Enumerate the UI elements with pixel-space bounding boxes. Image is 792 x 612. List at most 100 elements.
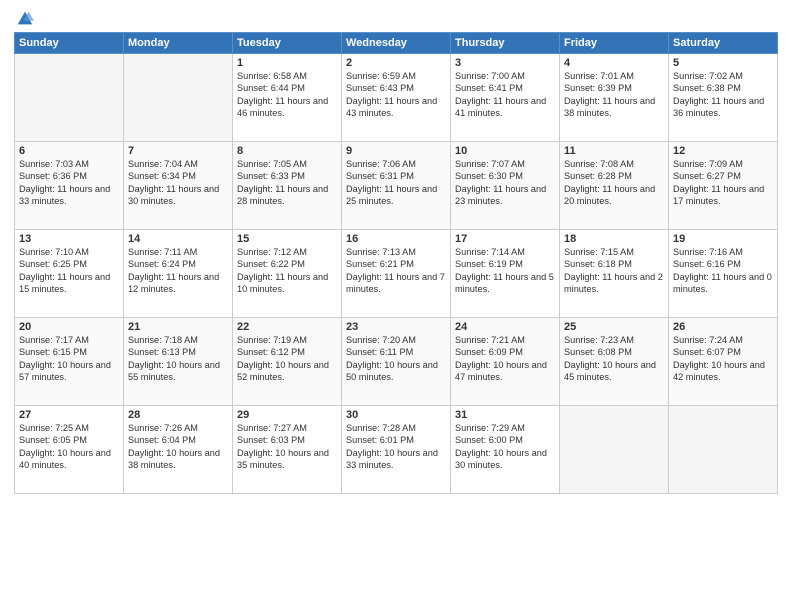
day-number: 2	[346, 57, 446, 69]
day-number: 1	[237, 57, 337, 69]
calendar-cell: 12Sunrise: 7:09 AM Sunset: 6:27 PM Dayli…	[669, 142, 778, 230]
day-number: 13	[19, 233, 119, 245]
calendar-cell	[15, 54, 124, 142]
calendar-cell: 19Sunrise: 7:16 AM Sunset: 6:16 PM Dayli…	[669, 230, 778, 318]
calendar-header-monday: Monday	[124, 33, 233, 54]
day-number: 29	[237, 409, 337, 421]
calendar-cell: 24Sunrise: 7:21 AM Sunset: 6:09 PM Dayli…	[451, 318, 560, 406]
logo-icon	[16, 10, 34, 28]
calendar-cell: 31Sunrise: 7:29 AM Sunset: 6:00 PM Dayli…	[451, 406, 560, 494]
day-info: Sunrise: 7:12 AM Sunset: 6:22 PM Dayligh…	[237, 246, 337, 296]
day-info: Sunrise: 7:11 AM Sunset: 6:24 PM Dayligh…	[128, 246, 228, 296]
calendar-cell: 25Sunrise: 7:23 AM Sunset: 6:08 PM Dayli…	[560, 318, 669, 406]
day-info: Sunrise: 7:14 AM Sunset: 6:19 PM Dayligh…	[455, 246, 555, 296]
calendar-cell	[124, 54, 233, 142]
day-number: 25	[564, 321, 664, 333]
day-info: Sunrise: 7:18 AM Sunset: 6:13 PM Dayligh…	[128, 334, 228, 384]
day-info: Sunrise: 7:05 AM Sunset: 6:33 PM Dayligh…	[237, 158, 337, 208]
day-info: Sunrise: 7:08 AM Sunset: 6:28 PM Dayligh…	[564, 158, 664, 208]
day-number: 20	[19, 321, 119, 333]
calendar-cell: 10Sunrise: 7:07 AM Sunset: 6:30 PM Dayli…	[451, 142, 560, 230]
day-number: 5	[673, 57, 773, 69]
calendar-cell: 4Sunrise: 7:01 AM Sunset: 6:39 PM Daylig…	[560, 54, 669, 142]
calendar-cell: 20Sunrise: 7:17 AM Sunset: 6:15 PM Dayli…	[15, 318, 124, 406]
day-info: Sunrise: 7:00 AM Sunset: 6:41 PM Dayligh…	[455, 70, 555, 120]
day-number: 11	[564, 145, 664, 157]
calendar-cell: 6Sunrise: 7:03 AM Sunset: 6:36 PM Daylig…	[15, 142, 124, 230]
day-info: Sunrise: 7:27 AM Sunset: 6:03 PM Dayligh…	[237, 422, 337, 472]
calendar-cell: 5Sunrise: 7:02 AM Sunset: 6:38 PM Daylig…	[669, 54, 778, 142]
calendar-cell	[560, 406, 669, 494]
day-number: 28	[128, 409, 228, 421]
day-info: Sunrise: 7:23 AM Sunset: 6:08 PM Dayligh…	[564, 334, 664, 384]
day-info: Sunrise: 7:16 AM Sunset: 6:16 PM Dayligh…	[673, 246, 773, 296]
calendar-table: SundayMondayTuesdayWednesdayThursdayFrid…	[14, 32, 778, 494]
day-number: 24	[455, 321, 555, 333]
day-info: Sunrise: 7:19 AM Sunset: 6:12 PM Dayligh…	[237, 334, 337, 384]
day-number: 15	[237, 233, 337, 245]
day-info: Sunrise: 7:21 AM Sunset: 6:09 PM Dayligh…	[455, 334, 555, 384]
day-number: 12	[673, 145, 773, 157]
calendar-header-tuesday: Tuesday	[233, 33, 342, 54]
calendar-cell: 17Sunrise: 7:14 AM Sunset: 6:19 PM Dayli…	[451, 230, 560, 318]
day-number: 9	[346, 145, 446, 157]
day-info: Sunrise: 7:17 AM Sunset: 6:15 PM Dayligh…	[19, 334, 119, 384]
day-info: Sunrise: 7:15 AM Sunset: 6:18 PM Dayligh…	[564, 246, 664, 296]
calendar-cell: 28Sunrise: 7:26 AM Sunset: 6:04 PM Dayli…	[124, 406, 233, 494]
calendar-cell: 7Sunrise: 7:04 AM Sunset: 6:34 PM Daylig…	[124, 142, 233, 230]
calendar-cell: 26Sunrise: 7:24 AM Sunset: 6:07 PM Dayli…	[669, 318, 778, 406]
calendar-header-thursday: Thursday	[451, 33, 560, 54]
calendar-cell: 22Sunrise: 7:19 AM Sunset: 6:12 PM Dayli…	[233, 318, 342, 406]
day-info: Sunrise: 7:02 AM Sunset: 6:38 PM Dayligh…	[673, 70, 773, 120]
day-number: 19	[673, 233, 773, 245]
calendar-cell: 1Sunrise: 6:58 AM Sunset: 6:44 PM Daylig…	[233, 54, 342, 142]
day-number: 18	[564, 233, 664, 245]
day-number: 17	[455, 233, 555, 245]
day-number: 21	[128, 321, 228, 333]
calendar-cell: 9Sunrise: 7:06 AM Sunset: 6:31 PM Daylig…	[342, 142, 451, 230]
day-number: 10	[455, 145, 555, 157]
day-number: 6	[19, 145, 119, 157]
calendar-cell: 23Sunrise: 7:20 AM Sunset: 6:11 PM Dayli…	[342, 318, 451, 406]
calendar-cell	[669, 406, 778, 494]
day-info: Sunrise: 7:09 AM Sunset: 6:27 PM Dayligh…	[673, 158, 773, 208]
day-info: Sunrise: 7:04 AM Sunset: 6:34 PM Dayligh…	[128, 158, 228, 208]
day-number: 30	[346, 409, 446, 421]
day-info: Sunrise: 7:13 AM Sunset: 6:21 PM Dayligh…	[346, 246, 446, 296]
day-number: 16	[346, 233, 446, 245]
day-number: 26	[673, 321, 773, 333]
calendar-cell: 13Sunrise: 7:10 AM Sunset: 6:25 PM Dayli…	[15, 230, 124, 318]
calendar-header-friday: Friday	[560, 33, 669, 54]
day-number: 4	[564, 57, 664, 69]
header	[14, 10, 778, 26]
calendar-cell: 2Sunrise: 6:59 AM Sunset: 6:43 PM Daylig…	[342, 54, 451, 142]
day-info: Sunrise: 7:29 AM Sunset: 6:00 PM Dayligh…	[455, 422, 555, 472]
day-info: Sunrise: 7:10 AM Sunset: 6:25 PM Dayligh…	[19, 246, 119, 296]
calendar-cell: 27Sunrise: 7:25 AM Sunset: 6:05 PM Dayli…	[15, 406, 124, 494]
day-number: 7	[128, 145, 228, 157]
calendar-cell: 21Sunrise: 7:18 AM Sunset: 6:13 PM Dayli…	[124, 318, 233, 406]
day-info: Sunrise: 7:03 AM Sunset: 6:36 PM Dayligh…	[19, 158, 119, 208]
logo	[14, 10, 34, 26]
calendar-cell: 11Sunrise: 7:08 AM Sunset: 6:28 PM Dayli…	[560, 142, 669, 230]
day-number: 3	[455, 57, 555, 69]
day-number: 27	[19, 409, 119, 421]
day-number: 8	[237, 145, 337, 157]
calendar-cell: 30Sunrise: 7:28 AM Sunset: 6:01 PM Dayli…	[342, 406, 451, 494]
calendar-header-sunday: Sunday	[15, 33, 124, 54]
calendar-cell: 16Sunrise: 7:13 AM Sunset: 6:21 PM Dayli…	[342, 230, 451, 318]
calendar-cell: 8Sunrise: 7:05 AM Sunset: 6:33 PM Daylig…	[233, 142, 342, 230]
day-info: Sunrise: 6:58 AM Sunset: 6:44 PM Dayligh…	[237, 70, 337, 120]
day-info: Sunrise: 7:24 AM Sunset: 6:07 PM Dayligh…	[673, 334, 773, 384]
day-number: 23	[346, 321, 446, 333]
calendar-cell: 18Sunrise: 7:15 AM Sunset: 6:18 PM Dayli…	[560, 230, 669, 318]
day-info: Sunrise: 7:28 AM Sunset: 6:01 PM Dayligh…	[346, 422, 446, 472]
day-info: Sunrise: 7:01 AM Sunset: 6:39 PM Dayligh…	[564, 70, 664, 120]
page: SundayMondayTuesdayWednesdayThursdayFrid…	[0, 0, 792, 612]
day-info: Sunrise: 7:26 AM Sunset: 6:04 PM Dayligh…	[128, 422, 228, 472]
calendar-cell: 15Sunrise: 7:12 AM Sunset: 6:22 PM Dayli…	[233, 230, 342, 318]
calendar-header-saturday: Saturday	[669, 33, 778, 54]
day-info: Sunrise: 7:20 AM Sunset: 6:11 PM Dayligh…	[346, 334, 446, 384]
day-number: 14	[128, 233, 228, 245]
calendar-cell: 29Sunrise: 7:27 AM Sunset: 6:03 PM Dayli…	[233, 406, 342, 494]
